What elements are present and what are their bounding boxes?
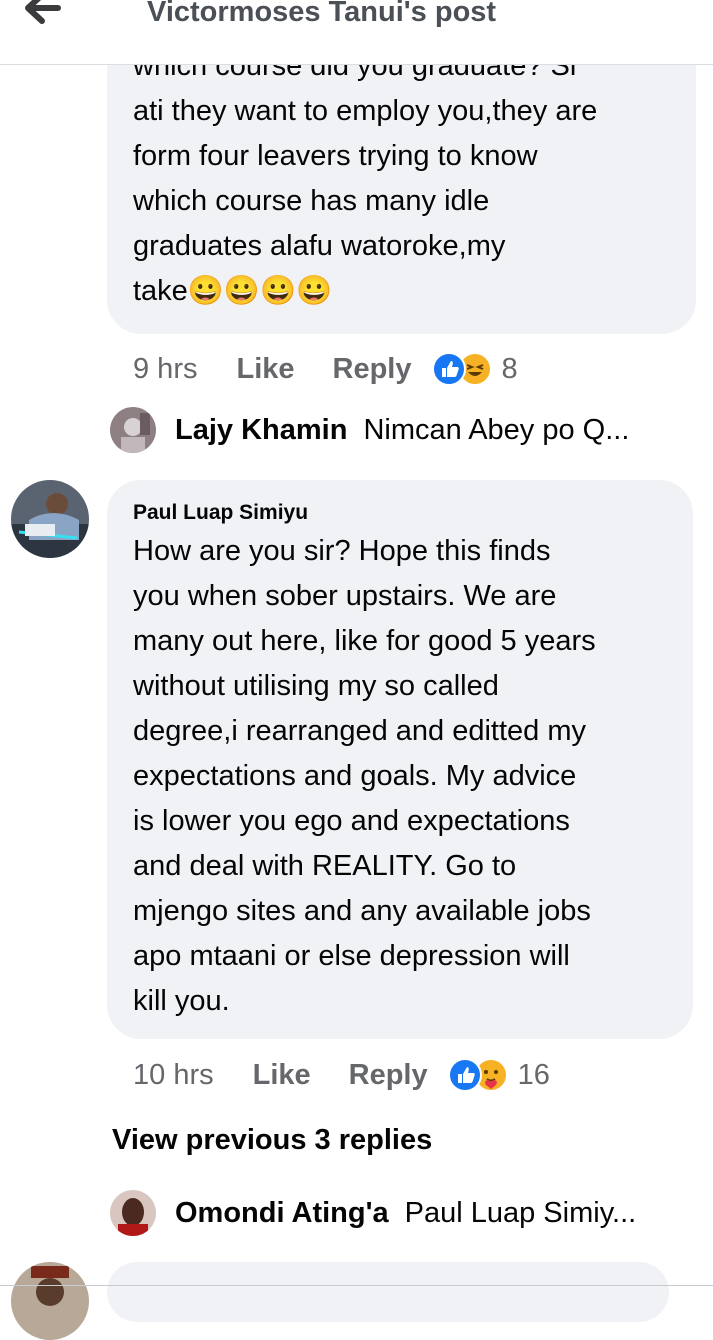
comment-text: How are you sir? Hope this finds you whe… bbox=[133, 535, 596, 1017]
view-previous-replies-link[interactable]: View previous 3 replies bbox=[112, 1124, 432, 1157]
reactions-summary[interactable]: 16 bbox=[447, 1058, 550, 1092]
reply-preview[interactable]: Omondi Ating'a Paul Luap Simiy... bbox=[110, 1190, 636, 1236]
avatar[interactable] bbox=[110, 407, 156, 453]
avatar[interactable] bbox=[11, 480, 89, 558]
comment-actions: 9 hrs Like Reply 8 bbox=[133, 349, 518, 389]
reply-button[interactable]: Reply bbox=[333, 353, 412, 386]
reply-preview[interactable]: Lajy Khamin Nimcan Abey po Q... bbox=[110, 407, 629, 453]
comment-bubble[interactable]: Paul Luap Simiyu How are you sir? Hope t… bbox=[107, 480, 693, 1039]
avatar[interactable] bbox=[11, 1262, 89, 1340]
back-button[interactable] bbox=[18, 0, 68, 30]
like-icon bbox=[431, 352, 466, 386]
reaction-count: 16 bbox=[517, 1058, 550, 1091]
back-arrow-icon bbox=[25, 0, 61, 24]
comment-text: which course did you graduate? Si ati th… bbox=[133, 50, 598, 307]
reply-author[interactable]: Lajy Khamin bbox=[175, 414, 347, 447]
divider bbox=[0, 1285, 713, 1286]
comment-timestamp: 10 hrs bbox=[133, 1058, 214, 1091]
like-icon bbox=[447, 1058, 482, 1092]
like-button[interactable]: Like bbox=[253, 1059, 311, 1092]
reply-button[interactable]: Reply bbox=[349, 1059, 428, 1092]
comment-author[interactable]: Paul Luap Simiyu bbox=[133, 500, 693, 526]
comment-actions: 10 hrs Like Reply 16 bbox=[133, 1055, 550, 1095]
post-header: Victormoses Tanui's post bbox=[0, 0, 713, 65]
like-button[interactable]: Like bbox=[236, 353, 294, 386]
comment-bubble[interactable] bbox=[107, 1262, 669, 1322]
avatar[interactable] bbox=[110, 1190, 156, 1236]
reply-author[interactable]: Omondi Ating'a bbox=[175, 1197, 389, 1230]
reply-snippet: Paul Luap Simiy... bbox=[404, 1196, 637, 1229]
page-title: Victormoses Tanui's post bbox=[147, 0, 497, 28]
comment-timestamp: 9 hrs bbox=[133, 352, 198, 385]
reactions-summary[interactable]: 8 bbox=[431, 352, 518, 386]
comment-bubble[interactable]: which course did you graduate? Si ati th… bbox=[107, 20, 696, 334]
reply-snippet: Nimcan Abey po Q... bbox=[363, 413, 630, 446]
reaction-count: 8 bbox=[501, 352, 518, 385]
